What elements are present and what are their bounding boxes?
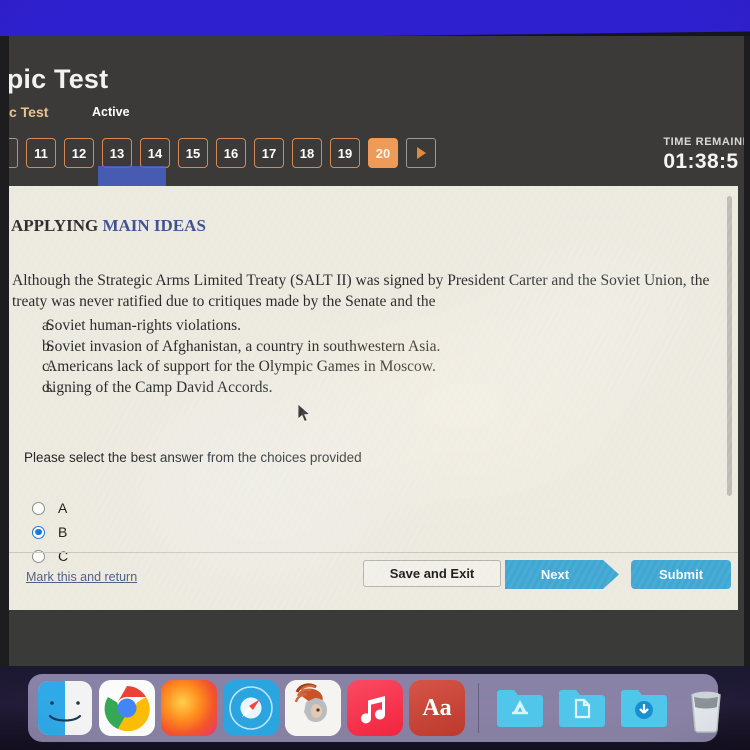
- status-badge: Active: [92, 105, 130, 119]
- pagination-page-12[interactable]: 12: [64, 138, 94, 168]
- dock: Aa: [28, 674, 721, 742]
- choice-text: Soviet invasion of Afghanistan, a countr…: [46, 337, 441, 355]
- dock-area: Aa: [0, 666, 750, 750]
- pagination-page-18[interactable]: 18: [292, 138, 322, 168]
- choice-row: b. Soviet invasion of Afghanistan, a coun…: [12, 337, 712, 358]
- choice-letter: b.: [42, 337, 54, 355]
- choice-list: a. Soviet human-rights violations. b. Sovie…: [12, 316, 712, 398]
- answer-option-A[interactable]: A: [32, 496, 68, 520]
- pagination-page-19[interactable]: 19: [330, 138, 360, 168]
- answer-option-label: B: [58, 524, 68, 540]
- radio-button-icon[interactable]: [32, 525, 45, 539]
- pagination-page-20[interactable]: 20: [368, 138, 398, 168]
- finder-icon[interactable]: [37, 680, 93, 736]
- instruction-text: Please select the best answer from the c…: [24, 450, 362, 465]
- downloads-folder-icon[interactable]: [616, 680, 672, 736]
- question-pagination: 11 12 13 14 15 16 17 18 19 20: [0, 138, 436, 168]
- top-purple-band: [0, 0, 750, 41]
- choice-row: a. Soviet human-rights violations.: [12, 316, 712, 337]
- section-heading-accent: MAIN IDEAS: [102, 216, 206, 235]
- chrome-icon[interactable]: [99, 680, 155, 736]
- applications-folder-icon[interactable]: [492, 680, 548, 736]
- trojan-helmet-icon[interactable]: [285, 680, 341, 736]
- pagination-page-17[interactable]: 17: [254, 138, 284, 168]
- screen-photo: opic Test opic Test Active 1112131415161…: [0, 0, 750, 750]
- timer-value: 01:38:5: [663, 150, 739, 173]
- screen-glare-overlay: [8, 186, 738, 610]
- firefox-icon[interactable]: [161, 680, 217, 736]
- pagination-page-13[interactable]: 13: [102, 138, 132, 168]
- pagination-page-14[interactable]: 14: [140, 138, 170, 168]
- pagination-page-15[interactable]: 15: [178, 138, 208, 168]
- screen-left-bezel: [0, 36, 9, 666]
- choice-letter: c.: [42, 358, 53, 375]
- submit-button[interactable]: Submit: [631, 560, 731, 589]
- radio-button-icon[interactable]: [32, 501, 45, 515]
- question-footer: Mark this and return Save and Exit Next …: [8, 552, 738, 610]
- answer-option-B[interactable]: B: [32, 520, 68, 544]
- pagination-next-button[interactable]: [406, 138, 436, 168]
- trash-icon[interactable]: [678, 680, 734, 736]
- choice-text: signing of the Camp David Accords.: [46, 378, 273, 396]
- choice-row: d. signing of the Camp David Accords.: [12, 378, 712, 399]
- answer-option-label: A: [58, 500, 68, 516]
- safari-icon[interactable]: [223, 680, 279, 736]
- page-title: opic Test: [0, 64, 109, 94]
- pagination-page-16[interactable]: 16: [216, 138, 246, 168]
- question-content-panel: APPLYING MAIN IDEAS Although the Strateg…: [8, 186, 738, 610]
- screen-right-bezel: [744, 36, 750, 666]
- choice-text: Soviet human-rights violations.: [46, 317, 242, 334]
- triangle-right-icon: [416, 147, 426, 159]
- dock-separator: [478, 683, 479, 733]
- section-heading: APPLYING MAIN IDEAS: [11, 216, 206, 236]
- music-icon[interactable]: [347, 680, 403, 736]
- question-text: Although the Strategic Arms Limited Trea…: [12, 272, 710, 310]
- documents-folder-icon[interactable]: [554, 680, 610, 736]
- choice-letter: d.: [42, 378, 54, 396]
- mark-this-and-return-link[interactable]: Mark this and return: [26, 570, 137, 584]
- test-header: opic Test opic Test Active 1112131415161…: [0, 40, 750, 182]
- save-and-exit-button[interactable]: Save and Exit: [363, 560, 501, 587]
- dictionary-icon[interactable]: Aa: [409, 680, 465, 736]
- choice-row: c. Americans lack of support for the Olym…: [12, 357, 712, 378]
- next-button[interactable]: Next: [505, 560, 619, 589]
- pagination-page-11[interactable]: 11: [26, 138, 56, 168]
- choice-letter: a.: [42, 317, 53, 334]
- selection-highlight-artifact: [98, 166, 166, 186]
- section-heading-plain: APPLYING: [11, 216, 103, 235]
- timer-label: TIME REMAINING: [663, 136, 750, 148]
- content-scrollbar[interactable]: [727, 196, 732, 496]
- choice-text: Americans lack of support for the Olympi…: [46, 358, 436, 375]
- time-remaining: TIME REMAINING 01:38:5: [663, 136, 750, 174]
